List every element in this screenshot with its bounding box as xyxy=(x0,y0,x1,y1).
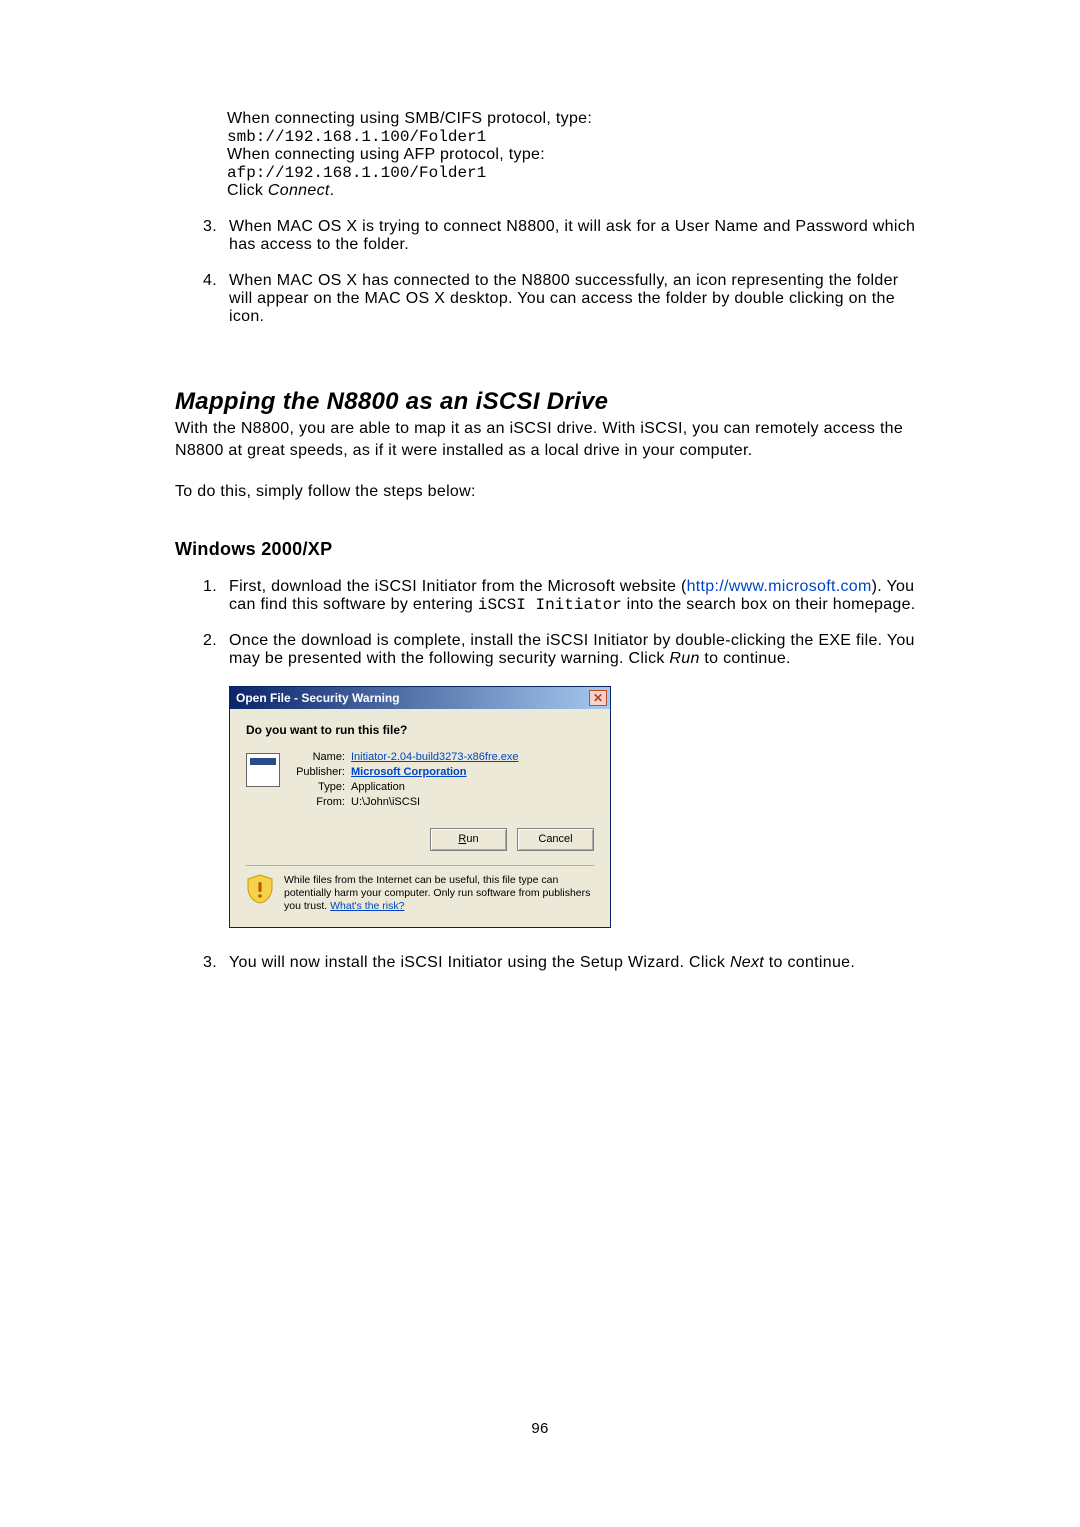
dialog-warning: While files from the Internet can be use… xyxy=(246,874,594,913)
security-warning-dialog: Open File - Security Warning ✕ Do you wa… xyxy=(229,686,611,928)
from-label: From: xyxy=(290,796,345,808)
cancel-button[interactable]: Cancel xyxy=(517,828,594,851)
dialog-info: Name: Initiator-2.04-build3273-x86fre.ex… xyxy=(246,751,594,808)
publisher-value[interactable]: Microsoft Corporation xyxy=(351,766,519,778)
step-text: You will now install the iSCSI Initiator… xyxy=(229,954,925,972)
next-italic: Next xyxy=(730,954,764,971)
type-label: Type: xyxy=(290,781,345,793)
dialog-body: Do you want to run this file? Name: Init… xyxy=(230,709,610,927)
publisher-label: Publisher: xyxy=(290,766,345,778)
type-value: Application xyxy=(351,781,519,793)
name-value[interactable]: Initiator-2.04-build3273-x86fre.exe xyxy=(351,751,519,763)
step2-pre: Once the download is complete, install t… xyxy=(229,632,915,667)
microsoft-link[interactable]: http://www.microsoft.com xyxy=(687,578,872,595)
section-intro: With the N8800, you are able to map it a… xyxy=(175,418,925,461)
intro-block: When connecting using SMB/CIFS protocol,… xyxy=(227,110,925,200)
dialog-separator xyxy=(246,865,594,866)
run-italic: Run xyxy=(669,650,699,667)
step-number: 2. xyxy=(203,632,229,668)
windows-step-1: 1. First, download the iSCSI Initiator f… xyxy=(203,578,925,614)
run-rest: un xyxy=(466,833,478,845)
step1-code: iSCSI Initiator xyxy=(478,596,622,614)
step-text: First, download the iSCSI Initiator from… xyxy=(229,578,925,614)
intro-code1: smb://192.168.1.100/Folder1 xyxy=(227,128,925,146)
run-button[interactable]: Run xyxy=(430,828,507,851)
step-number: 1. xyxy=(203,578,229,614)
macos-step-3: 3. When MAC OS X is trying to connect N8… xyxy=(203,218,925,254)
step2-post: to continue. xyxy=(700,650,791,667)
subtitle-windows: Windows 2000/XP xyxy=(175,539,925,560)
macos-step-4: 4. When MAC OS X has connected to the N8… xyxy=(203,272,925,326)
close-icon[interactable]: ✕ xyxy=(589,690,607,706)
step-text: Once the download is complete, install t… xyxy=(229,632,925,668)
shield-icon xyxy=(246,874,274,904)
intro-line3-post: . xyxy=(330,182,335,199)
section-followup: To do this, simply follow the steps belo… xyxy=(175,481,925,503)
section-title-iscsi: Mapping the N8800 as an iSCSI Drive xyxy=(175,388,925,416)
dialog-buttons: Run Cancel xyxy=(246,828,594,851)
from-value: U:\John\iSCSI xyxy=(351,796,519,808)
step3-pre: You will now install the iSCSI Initiator… xyxy=(229,954,730,971)
intro-line2: When connecting using AFP protocol, type… xyxy=(227,146,925,164)
dialog-question: Do you want to run this file? xyxy=(246,723,594,737)
step-number: 4. xyxy=(203,272,229,326)
intro-line3: Click Connect. xyxy=(227,182,925,200)
windows-step-3: 3. You will now install the iSCSI Initia… xyxy=(203,954,925,972)
step-text: When MAC OS X is trying to connect N8800… xyxy=(229,218,925,254)
warning-text: While files from the Internet can be use… xyxy=(284,874,594,913)
step1-post: into the search box on their homepage. xyxy=(622,596,916,613)
connect-italic: Connect xyxy=(268,182,330,199)
intro-code2: afp://192.168.1.100/Folder1 xyxy=(227,164,925,182)
name-label: Name: xyxy=(290,751,345,763)
step3-post: to continue. xyxy=(764,954,855,971)
step-text: When MAC OS X has connected to the N8800… xyxy=(229,272,925,326)
step-number: 3. xyxy=(203,954,229,972)
application-icon xyxy=(246,753,280,787)
dialog-title: Open File - Security Warning xyxy=(236,691,400,705)
intro-line3-pre: Click xyxy=(227,182,268,199)
intro-line1: When connecting using SMB/CIFS protocol,… xyxy=(227,110,925,128)
page-number: 96 xyxy=(531,1420,548,1437)
step1-pre: First, download the iSCSI Initiator from… xyxy=(229,578,687,595)
step-number: 3. xyxy=(203,218,229,254)
dialog-titlebar: Open File - Security Warning ✕ xyxy=(230,687,610,709)
whats-the-risk-link[interactable]: What's the risk? xyxy=(330,900,404,912)
file-info-table: Name: Initiator-2.04-build3273-x86fre.ex… xyxy=(290,751,519,808)
windows-step-2: 2. Once the download is complete, instal… xyxy=(203,632,925,668)
